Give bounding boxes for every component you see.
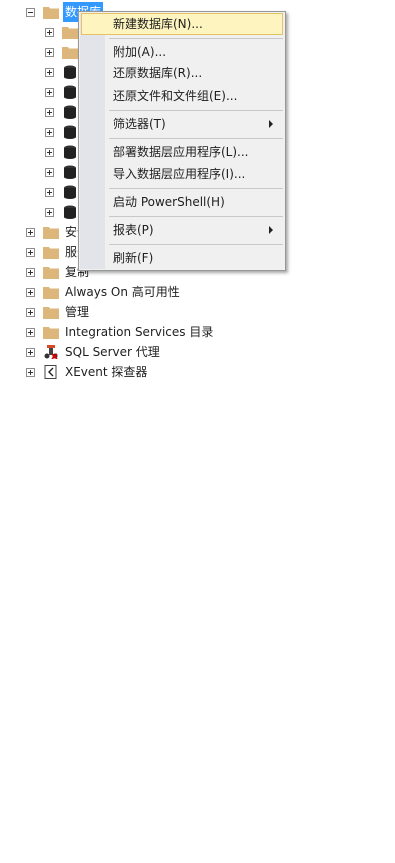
menu-item-start-powershell[interactable]: 启动 PowerShell(H) — [81, 191, 283, 213]
expand-icon[interactable] — [45, 147, 54, 157]
expand-icon[interactable] — [45, 167, 54, 177]
tree-node-label: Always On 高可用性 — [65, 285, 180, 299]
expand-icon[interactable] — [26, 307, 35, 317]
menu-item-restore-files[interactable]: 还原文件和文件组(E)... — [81, 85, 283, 107]
context-menu: 新建数据库(N)... 附加(A)... 还原数据库(R)... 还原文件和文件… — [78, 11, 286, 271]
menu-item-label: 刷新(F) — [113, 251, 154, 265]
folder-icon — [43, 227, 59, 239]
tree-node-integration-services[interactable]: Integration Services 目录 — [26, 322, 213, 342]
menu-item-deploy-dac[interactable]: 部署数据层应用程序(L)... — [81, 141, 283, 163]
folder-icon — [43, 307, 59, 319]
menu-item-label: 导入数据层应用程序(I)... — [113, 167, 246, 181]
database-icon — [64, 165, 76, 179]
folder-icon — [43, 327, 59, 339]
menu-item-label: 部署数据层应用程序(L)... — [113, 145, 249, 159]
menu-item-label: 筛选器(T) — [113, 117, 166, 131]
submenu-arrow-icon — [269, 226, 273, 234]
menu-separator — [109, 110, 283, 111]
menu-item-refresh[interactable]: 刷新(F) — [81, 247, 283, 269]
menu-item-reports[interactable]: 报表(P) — [81, 219, 283, 241]
expand-icon[interactable] — [45, 47, 54, 57]
database-icon — [64, 145, 76, 159]
menu-separator — [109, 188, 283, 189]
menu-separator — [109, 216, 283, 217]
menu-item-attach[interactable]: 附加(A)... — [81, 41, 283, 63]
expand-icon[interactable] — [45, 107, 54, 117]
menu-item-restore-database[interactable]: 还原数据库(R)... — [81, 62, 283, 84]
tree-node-label: XEvent 探查器 — [65, 365, 148, 379]
expand-icon[interactable] — [45, 187, 54, 197]
expand-icon[interactable] — [26, 327, 35, 337]
folder-icon — [43, 267, 59, 279]
sql-agent-icon — [44, 345, 58, 359]
xevent-profiler-icon — [44, 365, 57, 379]
menu-item-new-database[interactable]: 新建数据库(N)... — [81, 13, 283, 35]
expand-icon[interactable] — [26, 347, 35, 357]
tree-node-xevent-profiler[interactable]: XEvent 探查器 — [26, 362, 147, 382]
expand-icon[interactable] — [45, 27, 54, 37]
collapse-icon[interactable] — [26, 7, 35, 17]
expand-icon[interactable] — [45, 207, 54, 217]
menu-item-label: 附加(A)... — [113, 45, 167, 59]
menu-item-label: 启动 PowerShell(H) — [113, 195, 225, 209]
menu-separator — [109, 38, 283, 39]
database-icon — [64, 65, 76, 79]
database-icon — [64, 125, 76, 139]
expand-icon[interactable] — [26, 367, 35, 377]
folder-icon — [43, 287, 59, 299]
expand-icon[interactable] — [26, 247, 35, 257]
expand-icon[interactable] — [26, 267, 35, 277]
expand-icon[interactable] — [26, 287, 35, 297]
folder-icon — [62, 47, 78, 59]
folder-icon — [62, 27, 78, 39]
expand-icon[interactable] — [45, 67, 54, 77]
menu-separator — [109, 138, 283, 139]
tree-node-management[interactable]: 管理 — [26, 302, 89, 322]
tree-node-label: SQL Server 代理 — [65, 345, 160, 359]
tree-node-sql-agent[interactable]: SQL Server 代理 — [26, 342, 160, 362]
menu-item-label: 还原数据库(R)... — [113, 66, 203, 80]
menu-item-import-dac[interactable]: 导入数据层应用程序(I)... — [81, 163, 283, 185]
expand-icon[interactable] — [45, 87, 54, 97]
tree-node-label: Integration Services 目录 — [65, 325, 214, 339]
folder-icon — [43, 7, 59, 19]
menu-item-label: 报表(P) — [113, 223, 154, 237]
folder-icon — [43, 247, 59, 259]
menu-item-label: 新建数据库(N)... — [113, 17, 203, 31]
database-icon — [64, 185, 76, 199]
submenu-arrow-icon — [269, 120, 273, 128]
database-icon — [64, 205, 76, 219]
database-icon — [64, 85, 76, 99]
menu-item-label: 还原文件和文件组(E)... — [113, 89, 238, 103]
menu-item-filter[interactable]: 筛选器(T) — [81, 113, 283, 135]
database-icon — [64, 105, 76, 119]
tree-node-always-on[interactable]: Always On 高可用性 — [26, 282, 180, 302]
menu-separator — [109, 244, 283, 245]
expand-icon[interactable] — [26, 227, 35, 237]
tree-node-label: 管理 — [65, 305, 90, 319]
expand-icon[interactable] — [45, 127, 54, 137]
